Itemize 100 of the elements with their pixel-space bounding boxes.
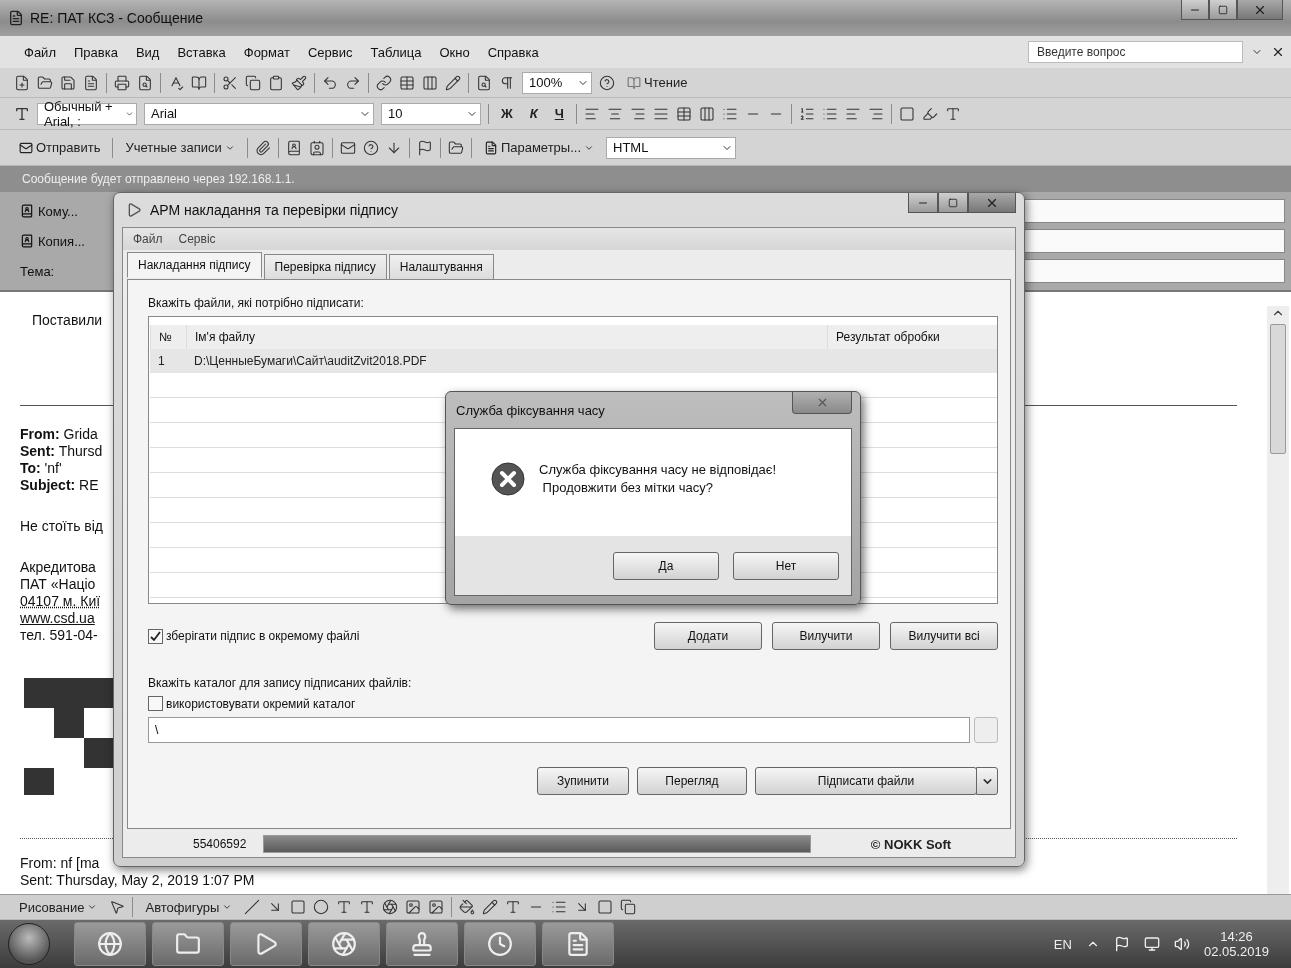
redo-icon[interactable] xyxy=(345,74,361,91)
paperclip-icon[interactable] xyxy=(254,139,271,156)
rectangle-icon[interactable] xyxy=(290,899,307,915)
underline-button[interactable]: Ч xyxy=(549,104,569,123)
italic-button[interactable]: К xyxy=(524,104,543,123)
taskbar-button[interactable] xyxy=(308,922,380,966)
document-icon[interactable] xyxy=(83,74,99,91)
menu-item[interactable]: Таблица xyxy=(370,42,422,62)
paste-icon[interactable] xyxy=(268,74,284,91)
menu-item[interactable]: Сервис xyxy=(307,42,353,62)
flag-icon[interactable] xyxy=(416,139,433,156)
taskbar-button[interactable] xyxy=(542,922,614,966)
scrollbar[interactable] xyxy=(1267,306,1289,894)
save-icon[interactable] xyxy=(60,74,76,91)
table-icon[interactable] xyxy=(675,105,692,122)
sign-files-button[interactable]: Підписати файли xyxy=(755,767,977,795)
drawing-icon[interactable] xyxy=(445,74,461,91)
address-button[interactable]: Кому... xyxy=(20,203,78,219)
taskbar-button[interactable] xyxy=(74,922,146,966)
action-button[interactable]: Перегляд xyxy=(637,767,747,795)
pilcrow-icon[interactable] xyxy=(499,74,515,91)
menu-item[interactable]: Правка xyxy=(73,42,118,62)
maximize-button[interactable] xyxy=(938,193,968,213)
volume-icon[interactable] xyxy=(1173,936,1190,952)
format-dropdown[interactable]: HTML xyxy=(606,136,736,159)
action-button[interactable]: Додати xyxy=(654,622,762,650)
dialog-button[interactable]: Да xyxy=(613,551,719,580)
font-dropdown[interactable]: Arial xyxy=(144,102,374,125)
menu-item[interactable]: Справка xyxy=(487,42,539,62)
menu-item[interactable]: Формат xyxy=(243,42,290,62)
minimize-button[interactable] xyxy=(908,193,938,213)
print-preview-icon[interactable] xyxy=(137,74,153,91)
font-size-dropdown[interactable]: 10 xyxy=(381,102,481,125)
send-button[interactable]: Отправить xyxy=(14,138,106,157)
print-icon[interactable] xyxy=(114,74,130,91)
action-button[interactable]: Вилучити xyxy=(772,622,880,650)
tab[interactable]: Налаштування xyxy=(388,254,494,280)
numbered-list-icon[interactable] xyxy=(798,105,815,122)
folder-path-field[interactable]: \ xyxy=(148,717,970,743)
reading-button[interactable]: Чтение xyxy=(622,73,693,92)
column-header[interactable]: Ім'я файлу xyxy=(186,325,827,349)
maximize-button[interactable] xyxy=(1209,0,1237,20)
envelope-icon[interactable] xyxy=(339,139,356,156)
contact-icon[interactable] xyxy=(308,139,325,156)
autoshapes-menu-button[interactable]: Автофигуры xyxy=(140,897,238,917)
menu-item[interactable]: Файл xyxy=(24,42,56,62)
start-button[interactable] xyxy=(8,923,50,965)
help-search-field[interactable]: Введите вопрос xyxy=(1028,41,1243,63)
close-button[interactable] xyxy=(1237,0,1283,20)
picture-icon[interactable] xyxy=(428,899,445,915)
link-icon[interactable] xyxy=(376,74,392,91)
accounts-dropdown[interactable]: Учетные записи xyxy=(120,138,240,157)
spellcheck-icon[interactable] xyxy=(168,74,184,91)
close-button[interactable] xyxy=(792,392,852,414)
table-icon[interactable] xyxy=(399,74,415,91)
dialog-button[interactable]: Нет xyxy=(733,551,839,580)
border-icon[interactable] xyxy=(898,105,915,122)
styles-icon[interactable] xyxy=(14,105,30,122)
columns-icon[interactable] xyxy=(698,105,715,122)
menu-item[interactable]: Вид xyxy=(135,42,160,62)
email-link[interactable]: www.csd.ua xyxy=(20,610,95,627)
minimize-button[interactable] xyxy=(1181,0,1209,20)
columns-icon[interactable] xyxy=(422,74,438,91)
action-button[interactable]: Вилучити всі xyxy=(890,622,998,650)
close-icon[interactable] xyxy=(1271,45,1285,59)
help-icon[interactable] xyxy=(599,74,615,91)
options-dropdown[interactable]: Параметры... xyxy=(478,138,599,157)
drawing-menu-button[interactable]: Рисование xyxy=(14,897,103,917)
taskbar-button[interactable] xyxy=(386,922,458,966)
checkbox[interactable] xyxy=(148,628,163,644)
line-icon[interactable] xyxy=(244,899,261,915)
menu-item[interactable]: Файл xyxy=(133,232,163,246)
ellipse-icon[interactable] xyxy=(313,899,330,915)
zoom-dropdown[interactable]: 100% xyxy=(522,71,592,94)
close-button[interactable] xyxy=(968,193,1016,213)
menu-item[interactable]: Сервіс xyxy=(178,232,216,246)
language-indicator[interactable]: EN xyxy=(1053,936,1072,952)
action-button[interactable]: Зупинити xyxy=(537,767,629,795)
scroll-thumb[interactable] xyxy=(1270,324,1286,454)
address-book-icon[interactable] xyxy=(285,139,302,156)
font-color-icon[interactable] xyxy=(944,105,961,122)
highlighter-icon[interactable] xyxy=(921,105,938,122)
brush-icon[interactable] xyxy=(291,74,307,91)
address-button[interactable]: Копия... xyxy=(20,233,85,249)
table-row[interactable]: 1 D:\ЦенныеБумаги\Сайт\auditZvit2018.PDF xyxy=(150,349,997,373)
flag-icon[interactable] xyxy=(1113,936,1130,952)
menu-item[interactable]: Вставка xyxy=(177,42,226,62)
folder-icon[interactable] xyxy=(447,139,464,156)
book-icon[interactable] xyxy=(191,74,207,91)
copy-icon[interactable] xyxy=(245,74,261,91)
new-file-icon[interactable] xyxy=(14,74,30,91)
tab[interactable]: Накладання підпису xyxy=(127,252,262,278)
checkbox[interactable] xyxy=(148,696,163,711)
tab[interactable]: Перевірка підпису xyxy=(263,254,387,280)
font-color-icon[interactable] xyxy=(505,899,522,915)
split-dropdown-button[interactable] xyxy=(976,767,998,795)
column-header[interactable]: № xyxy=(150,325,186,349)
fill-color-icon[interactable] xyxy=(459,899,476,915)
column-header[interactable]: Результат обробки xyxy=(827,325,997,349)
bold-button[interactable]: Ж xyxy=(496,104,518,123)
